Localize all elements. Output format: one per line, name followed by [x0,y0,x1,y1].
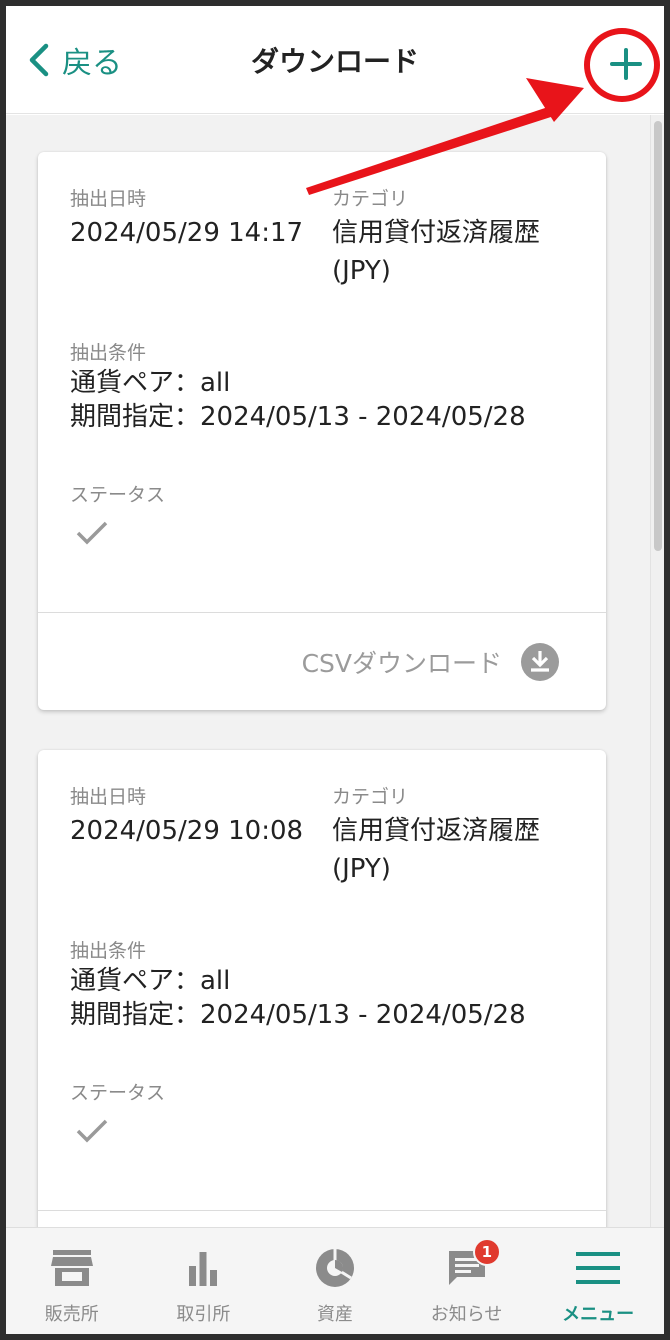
condition-period: 期間指定：2024/05/13 - 2024/05/28 [70,402,526,432]
category-value: 信用貸付返済履歴 [332,816,541,846]
nav-label: 資産 [316,1304,353,1325]
nav-label: 販売所 [44,1304,99,1325]
condition-pair: 通貨ペア：all [70,368,231,398]
extracted-at-value: 2024/05/29 10:08 [70,816,304,846]
nav-item-shop[interactable]: 販売所 [6,1228,138,1334]
category-currency: (JPY) [332,256,391,286]
card-divider [38,612,606,613]
nav-item-menu[interactable]: メニュー [532,1228,664,1334]
csv-download-label: CSVダウンロード [301,649,502,678]
status-label: ステータス [70,1082,166,1104]
bar-chart-icon [189,1252,218,1286]
extracted-at-label: 抽出日時 [70,188,147,210]
download-card: 抽出日時 2024/05/29 14:17 カテゴリ 信用貸付返済履歴 (JPY… [38,152,606,710]
download-icon [521,643,559,681]
shop-icon [50,1250,93,1286]
scrollbar[interactable] [650,115,664,1227]
app-screen: 戻る ダウンロード 抽出日時 2024/05/29 14:17 カテゴリ 信用貸… [6,6,664,1334]
nav-label: 取引所 [176,1304,231,1325]
download-list[interactable]: 抽出日時 2024/05/29 14:17 カテゴリ 信用貸付返済履歴 (JPY… [6,115,664,1227]
conditions-label: 抽出条件 [70,940,147,962]
nav-label: メニュー [562,1304,635,1325]
nav-label: お知らせ [430,1304,503,1325]
conditions-label: 抽出条件 [70,342,147,364]
pie-chart-icon [315,1249,354,1287]
category-value: 信用貸付返済履歴 [332,218,541,248]
nav-item-assets[interactable]: 資産 [269,1228,401,1334]
nav-item-notifications[interactable]: 1 お知らせ [401,1228,533,1334]
extracted-at-value: 2024/05/29 14:17 [70,218,304,248]
check-icon [76,521,108,545]
category-label: カテゴリ [332,188,409,210]
page-title: ダウンロード [250,45,419,78]
app-bar: 戻る ダウンロード [6,6,664,114]
category-label: カテゴリ [332,786,409,808]
extracted-at-label: 抽出日時 [70,786,147,808]
bottom-nav: 販売所 取引所 資産 1 お知らせ メニュー [6,1227,664,1334]
notification-badge: 1 [472,1238,501,1266]
plus-icon[interactable] [604,42,648,86]
condition-pair: 通貨ペア：all [70,966,231,996]
card-divider [38,1210,606,1211]
check-icon [76,1119,108,1143]
menu-icon [576,1252,621,1284]
csv-download-button[interactable]: CSVダウンロード [302,642,560,682]
nav-item-exchange[interactable]: 取引所 [138,1228,270,1334]
scrollbar-thumb[interactable] [654,121,662,551]
download-card: 抽出日時 2024/05/29 10:08 カテゴリ 信用貸付返済履歴 (JPY… [38,750,606,1227]
category-currency: (JPY) [332,854,391,884]
status-label: ステータス [70,484,166,506]
condition-period: 期間指定：2024/05/13 - 2024/05/28 [70,1000,526,1030]
